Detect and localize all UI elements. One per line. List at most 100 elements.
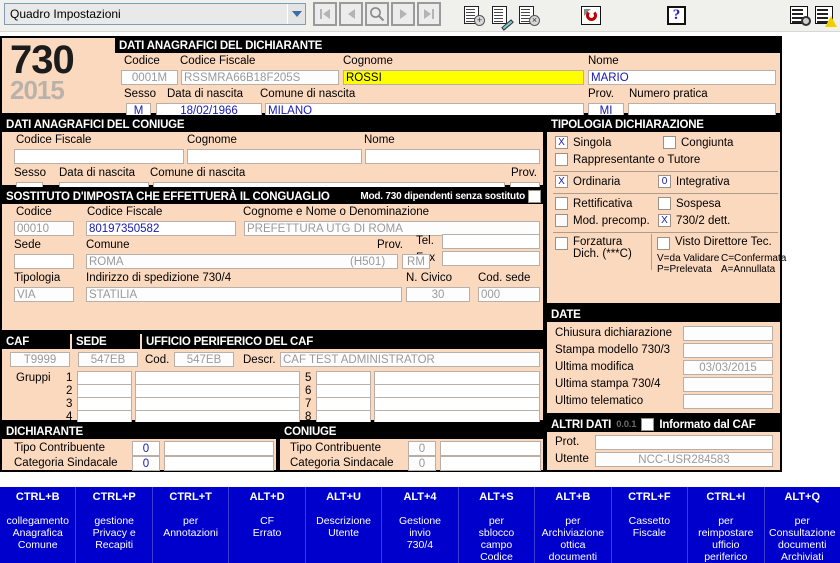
dich-categoria-sindacale-code[interactable]: 0 [132, 456, 160, 471]
fkey-alt-4[interactable]: ALT+4 Gestione invio 730/4 [382, 487, 459, 563]
rappresentante-checkbox[interactable] [555, 153, 568, 166]
tipologia-precomp-row: Mod. precomp. [555, 214, 650, 227]
singola-checkbox[interactable]: X [555, 136, 568, 149]
utente-field[interactable]: NCC-USR284583 [595, 452, 773, 467]
help-icon[interactable]: ? [664, 3, 689, 27]
last-record-button[interactable] [417, 2, 441, 26]
fkey-ctrl-t[interactable]: CTRL+T per Annotazioni [153, 487, 230, 563]
caf-title: CAF [2, 334, 72, 349]
label-sost-cod-sede: Cod. sede [478, 272, 531, 284]
sospesa-checkbox[interactable] [658, 197, 671, 210]
edit-document-icon[interactable] [489, 3, 514, 31]
coniuge-codice-fiscale-field[interactable] [14, 149, 184, 164]
con-categoria-sindacale-desc[interactable] [440, 456, 541, 471]
caf-descr-field[interactable]: CAF TEST ADMINISTRATOR [280, 352, 540, 367]
previous-record-button[interactable] [339, 2, 363, 26]
congiunta-checkbox[interactable] [663, 136, 676, 149]
sost-sede-field[interactable] [14, 254, 74, 269]
integrativa-field[interactable]: 0 [658, 175, 671, 188]
altri-dati-panel: ALTRI DATI 0.0.1 Informato dal CAF Prot.… [545, 415, 782, 472]
caf-sede-field[interactable]: 547EB [78, 352, 138, 367]
dich-tipo-contribuente-desc[interactable] [164, 441, 274, 456]
sost-cod-sede-field[interactable]: 000 [478, 287, 540, 302]
chiusura-dichiarazione-field[interactable] [683, 326, 773, 341]
con-categoria-sindacale-code[interactable]: 0 [408, 456, 436, 471]
gruppo-number-3: 3 [66, 398, 73, 410]
con-tipo-contribuente-code[interactable]: 0 [408, 441, 436, 456]
ultimo-telematico-field[interactable] [683, 394, 773, 409]
stampa-modello-7303-field[interactable] [683, 343, 773, 358]
fkey-alt-u[interactable]: ALT+U Descrizione Utente [306, 487, 383, 563]
sost-indirizzo-field[interactable]: STATILIA [86, 287, 402, 302]
form-area: 730 2015 DATI ANAGRAFICI DEL DICHIARANTE… [0, 32, 840, 472]
fkey-alt-q[interactable]: ALT+Q per Consultazione documenti Archiv… [765, 487, 840, 563]
fkey-alt-d[interactable]: ALT+D CF Errato [229, 487, 306, 563]
search-icon[interactable] [365, 2, 389, 26]
ultima-stampa-7304-field[interactable] [683, 377, 773, 392]
con-tipo-contribuente-desc[interactable] [440, 441, 541, 456]
sost-fax-field[interactable] [442, 251, 540, 266]
next-record-button[interactable] [391, 2, 415, 26]
sost-tipologia-field[interactable]: VIA [14, 287, 74, 302]
visto-legend-4: A=Annullata [721, 264, 776, 275]
prot-field[interactable] [595, 435, 773, 450]
ultima-modifica-field[interactable]: 03/03/2015 [683, 360, 773, 375]
dichiarante-panel: 730 2015 DATI ANAGRAFICI DEL DICHIARANTE… [0, 36, 782, 118]
label-sesso: Sesso [124, 88, 156, 100]
rettificativa-checkbox[interactable] [555, 197, 568, 210]
codice-field[interactable]: 0001M [121, 70, 178, 85]
visto-direttore-checkbox[interactable] [657, 237, 670, 250]
fkey-alt-s[interactable]: ALT+S per sblocco campo Codice [459, 487, 536, 563]
ordinaria-checkbox[interactable]: X [555, 175, 568, 188]
caf-ufficio-cod-field[interactable]: 547EB [174, 352, 234, 367]
warning-document-icon[interactable] [812, 3, 837, 27]
label-utente: Utente [555, 453, 589, 465]
first-record-button[interactable] [313, 2, 337, 26]
coniuge-section-title: DATI ANAGRAFICI DEL CONIUGE [2, 117, 543, 132]
sost-tel-field[interactable] [442, 234, 540, 249]
dett7302-checkbox[interactable]: X [658, 214, 671, 227]
label-dich-categoria-sindacale: Categoria Sindacale [14, 457, 118, 469]
new-document-icon[interactable]: + [461, 3, 486, 27]
dich-tipo-contribuente-code[interactable]: 0 [132, 441, 160, 456]
sost-prov-field[interactable]: RM [402, 254, 430, 269]
label-sost-tel: Tel. [416, 235, 434, 247]
label-sost-comune: Comune [86, 239, 130, 251]
codice-fiscale-field[interactable]: RSSMRA66B18F205S [181, 70, 339, 85]
fkey-ctrl-i[interactable]: CTRL+I per reimpostare ufficio periferic… [688, 487, 765, 563]
fkey-alt-4-desc: Gestione invio 730/4 [398, 515, 441, 551]
label-comune-nascita: Comune di nascita [260, 88, 356, 100]
model-number: 730 [10, 38, 75, 82]
caf-code-field[interactable]: T9999 [10, 352, 70, 367]
coniuge-cognome-field[interactable] [187, 149, 362, 164]
forzatura-checkbox[interactable] [555, 237, 568, 250]
tipologia-sospesa-row: Sospesa [658, 197, 721, 210]
informato-dal-caf-checkbox[interactable] [641, 418, 655, 431]
altri-dati-section-header: ALTRI DATI 0.0.1 Informato dal CAF [547, 417, 780, 432]
sost-codice-field[interactable]: 00010 [14, 221, 74, 236]
delete-document-icon[interactable]: × [516, 3, 541, 27]
sost-codice-fiscale-field[interactable]: 80197350582 [86, 221, 236, 236]
settings-document-icon[interactable] [787, 3, 812, 27]
fkey-ctrl-p[interactable]: CTRL+P gestione Privacy e Recapiti [76, 487, 153, 563]
fkey-ctrl-f[interactable]: CTRL+F Cassetto Fiscale [612, 487, 689, 563]
label-prov: Prov. [588, 88, 614, 100]
nome-field[interactable]: MARIO [588, 70, 776, 85]
dich-categoria-sindacale-desc[interactable] [164, 456, 274, 471]
fkey-alt-b[interactable]: ALT+B per Archiviazione ottica documenti [535, 487, 612, 563]
fkey-ctrl-i-key: CTRL+I [706, 491, 746, 503]
sost-civico-field[interactable]: 30 [406, 287, 470, 302]
ordinaria-label: Ordinaria [573, 175, 621, 188]
dett7302-label: 730/2 dett. [676, 214, 731, 227]
fkey-alt-d-key: ALT+D [249, 491, 285, 503]
mod-precomp-checkbox[interactable] [555, 214, 568, 227]
quadro-selector-combobox[interactable]: Quadro Impostazioni [4, 3, 306, 25]
cognome-field[interactable]: ROSSI [343, 70, 584, 85]
coniuge-panel: DATI ANAGRAFICI DEL CONIUGE Codice Fisca… [0, 115, 545, 197]
mod730-senza-sostituto-checkbox[interactable] [528, 190, 541, 203]
model-logo: 730 2015 [10, 38, 75, 103]
refresh-icon[interactable] [578, 3, 603, 27]
chevron-down-icon[interactable] [287, 4, 305, 24]
coniuge-nome-field[interactable] [365, 149, 540, 164]
fkey-ctrl-b[interactable]: CTRL+B collegamento Anagrafica Comune [0, 487, 77, 563]
